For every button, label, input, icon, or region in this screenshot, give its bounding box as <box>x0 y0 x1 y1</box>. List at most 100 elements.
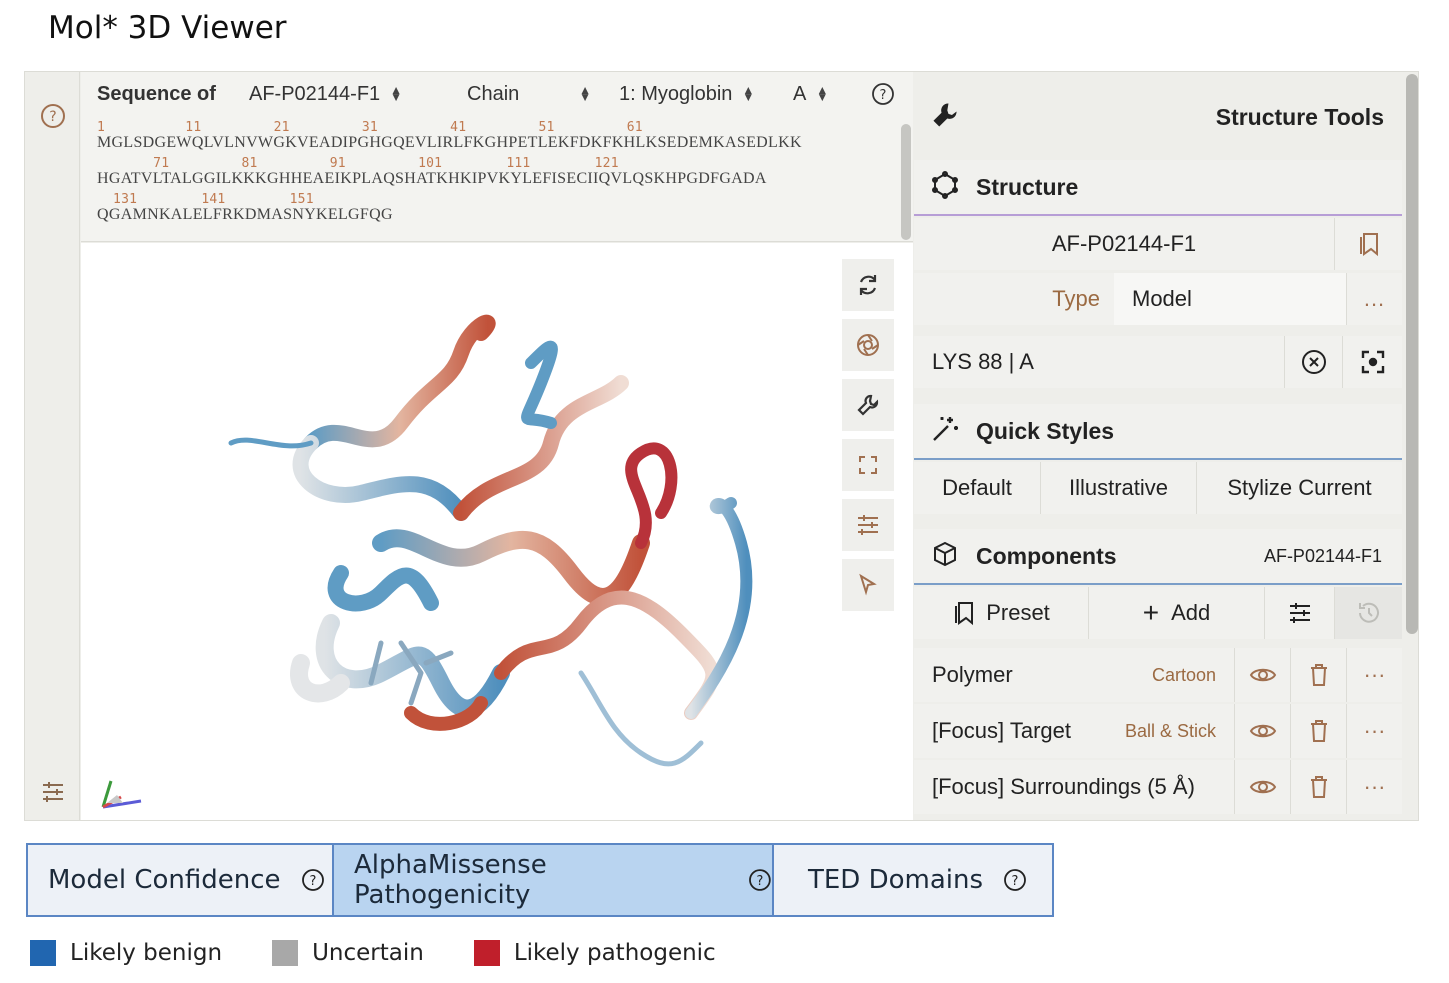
add-label: Add <box>1171 600 1211 625</box>
stylize-current-button[interactable]: Stylize Current <box>1196 462 1402 514</box>
sequence-line[interactable]: MGLSDGEWQLVLNVWGKVEADIPGHGQEVLIRLFKGHPET… <box>97 134 802 156</box>
sequence-line[interactable]: QGAMNKALELFRKDMASNYKELGFQG <box>97 206 802 228</box>
legend-label: Uncertain <box>312 940 424 966</box>
sequence-line[interactable]: HGATVLTALGGILKKKGHHEAEIKPLAQSHATKHKIPVKY… <box>97 170 802 192</box>
preset-button[interactable]: Preset <box>914 587 1088 639</box>
molstar-viewer: ? Sequence of AF-P02144-F1 ▲ ▼ Chain ▲ ▼ 1… <box>24 71 1419 821</box>
tab-label: AlphaMissense Pathogenicity <box>354 850 547 910</box>
clear-focus-icon[interactable] <box>1284 336 1342 388</box>
components-actions: Preset + Add <box>914 587 1402 639</box>
delete-icon[interactable] <box>1290 760 1346 814</box>
help-icon[interactable]: ? <box>748 868 772 892</box>
entry-select[interactable]: AF-P02144-F1 ▲ ▼ <box>249 83 439 106</box>
structure-section-header[interactable]: Structure <box>914 160 1402 216</box>
help-icon[interactable]: ? <box>39 102 67 130</box>
visibility-eye-icon[interactable] <box>1234 760 1290 814</box>
entity-select[interactable]: 1: Myoglobin ▲ ▼ <box>619 83 765 106</box>
mode-select-value: Chain <box>467 82 520 105</box>
components-header[interactable]: Components AF-P02144-F1 <box>914 529 1402 585</box>
component-representation: Cartoon <box>1151 664 1216 685</box>
svg-text:?: ? <box>757 874 764 889</box>
svg-text:?: ? <box>880 88 887 103</box>
structure-entry-row[interactable]: AF-P02144-F1 <box>914 218 1402 270</box>
type-value[interactable]: Model <box>1114 273 1346 325</box>
structure-tools-title: Structure Tools <box>1215 103 1384 130</box>
sequence-header: Sequence of AF-P02144-F1 ▲ ▼ Chain ▲ ▼ 1: … <box>81 72 913 116</box>
more-options-icon[interactable]: ··· <box>1346 704 1402 758</box>
svg-text:?: ? <box>1012 874 1019 889</box>
chain-select-value: A <box>793 82 807 105</box>
tab-ted-domains[interactable]: TED Domains ? <box>774 845 1052 915</box>
legend-item-likely-pathogenic: Likely pathogenic <box>473 940 716 966</box>
component-row-focus-target[interactable]: [Focus] Target Ball & Stick ··· <box>914 704 1402 758</box>
structure-icon <box>930 170 960 205</box>
chain-select[interactable]: A ▲ ▼ <box>793 83 853 106</box>
cube-icon <box>932 541 958 572</box>
quick-styles-heading: Quick Styles <box>976 417 1115 444</box>
fullscreen-icon[interactable] <box>842 439 894 491</box>
more-options-icon[interactable]: ··· <box>1346 760 1402 814</box>
settings-sliders-icon[interactable] <box>842 499 894 551</box>
page-title: Mol* 3D Viewer <box>48 10 287 46</box>
tab-alphamissense-pathogenicity[interactable]: AlphaMissense Pathogenicity ? <box>332 845 774 915</box>
component-options-icon[interactable] <box>1264 587 1334 639</box>
bookmark-icon <box>955 602 974 626</box>
focus-target-icon[interactable] <box>1342 336 1402 388</box>
select-arrows-icon: ▲ ▼ <box>579 83 591 104</box>
entry-select-value: AF-P02144-F1 <box>249 82 381 105</box>
sequence-numbers: 71 81 91 101 111 121 <box>97 156 619 171</box>
settings-sliders-icon[interactable] <box>39 778 67 806</box>
sequence-scrollbar[interactable] <box>901 124 911 240</box>
legend: Likely benign Uncertain Likely pathogeni… <box>30 940 766 966</box>
sequence-body[interactable]: 1 11 21 31 41 51 61 MGLSDGEWQLVLNVWGKVEA… <box>97 120 802 228</box>
component-name: [Focus] Surroundings (5 Å) <box>932 774 1195 799</box>
focus-label: LYS 88 | A <box>932 349 1034 374</box>
illustrative-style-button[interactable]: Illustrative <box>1040 462 1196 514</box>
wrench-icon[interactable] <box>842 379 894 431</box>
structure-entry[interactable]: AF-P02144-F1 <box>914 231 1334 257</box>
add-component-button[interactable]: + Add <box>1088 587 1264 639</box>
legend-item-uncertain: Uncertain <box>272 940 424 966</box>
component-row-focus-surroundings[interactable]: [Focus] Surroundings (5 Å) ··· <box>914 760 1402 814</box>
select-arrows-icon: ▲ ▼ <box>742 83 755 104</box>
help-icon[interactable]: ? <box>301 868 325 892</box>
tab-model-confidence[interactable]: Model Confidence ? <box>28 845 332 915</box>
help-icon[interactable]: ? <box>1003 868 1027 892</box>
3d-canvas[interactable] <box>81 243 913 820</box>
svg-text:?: ? <box>49 109 56 125</box>
quick-styles-buttons: Default Illustrative Stylize Current <box>914 462 1402 514</box>
bookmark-icon[interactable] <box>1334 218 1402 270</box>
quick-styles-header[interactable]: Quick Styles <box>914 404 1402 460</box>
reset-camera-icon[interactable] <box>842 259 894 311</box>
legend-item-likely-benign: Likely benign <box>30 940 222 966</box>
component-name: [Focus] Target <box>932 718 1071 743</box>
focus-row[interactable]: LYS 88 | A <box>914 336 1402 388</box>
protein-cartoon[interactable] <box>81 243 913 820</box>
sequence-label: Sequence of <box>97 82 216 105</box>
left-toolbar: ? <box>25 72 80 820</box>
structure-tools-header: Structure Tools <box>914 90 1402 144</box>
default-style-button[interactable]: Default <box>914 462 1040 514</box>
components-heading: Components <box>976 542 1117 569</box>
viewport-controls <box>842 259 894 619</box>
more-options-icon[interactable]: ··· <box>1346 648 1402 702</box>
help-icon[interactable]: ? <box>871 82 895 112</box>
screenshot-icon[interactable] <box>842 319 894 371</box>
component-representation: Ball & Stick <box>1124 720 1216 741</box>
magic-wand-icon <box>930 414 960 449</box>
type-label: Type <box>1052 286 1100 311</box>
structure-tools-scrollbar[interactable] <box>1406 74 1418 634</box>
wrench-icon <box>930 100 960 135</box>
history-icon[interactable] <box>1334 587 1402 639</box>
delete-icon[interactable] <box>1290 704 1346 758</box>
visibility-eye-icon[interactable] <box>1234 704 1290 758</box>
sequence-numbers: 131 141 151 <box>97 192 314 207</box>
select-arrows-icon: ▲ ▼ <box>816 83 829 104</box>
visibility-eye-icon[interactable] <box>1234 648 1290 702</box>
selection-mode-icon[interactable] <box>842 559 894 611</box>
component-row-polymer[interactable]: Polymer Cartoon ··· <box>914 648 1402 702</box>
mode-select[interactable]: Chain ▲ ▼ <box>467 83 591 106</box>
delete-icon[interactable] <box>1290 648 1346 702</box>
more-options-icon[interactable]: ... <box>1346 273 1402 325</box>
plus-icon: + <box>1142 597 1160 628</box>
